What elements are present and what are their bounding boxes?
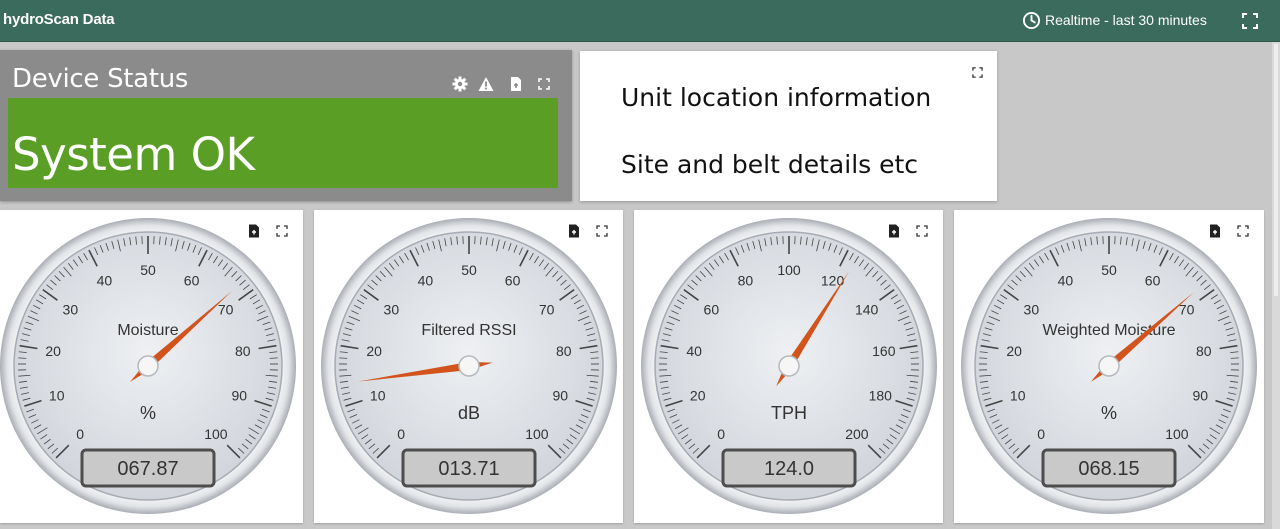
gauge-tick-label: 50 xyxy=(1101,262,1117,278)
gauge-tick-label: 180 xyxy=(869,388,893,404)
gauge-tick-label: 60 xyxy=(704,302,720,318)
scrollbar[interactable] xyxy=(1272,42,1280,529)
clock-icon[interactable] xyxy=(1022,11,1041,30)
gauge-unit: TPH xyxy=(771,403,807,423)
gauge-tick-label: 0 xyxy=(717,426,725,442)
gauge-tick-label: 40 xyxy=(686,343,702,359)
gauge-tick-label: 50 xyxy=(461,262,477,278)
gauge-tick-label: 200 xyxy=(845,426,869,442)
gauge-tick-label: 30 xyxy=(1024,302,1040,318)
gauge-rssi: 0 10 20 30 40 50 60 70 80 90 100 Filtered RSSI dB 013… xyxy=(321,218,617,514)
gauge-tick-label: 10 xyxy=(49,388,65,404)
gauge-tick-label: 60 xyxy=(1145,272,1161,288)
gauge-tick-label: 40 xyxy=(1058,272,1074,288)
status-text: System OK xyxy=(12,128,255,181)
gauge-hub xyxy=(137,355,159,377)
gauge-tick-label: 40 xyxy=(418,272,434,288)
scrollbar-thumb[interactable] xyxy=(1274,44,1278,296)
device-status-title: Device Status xyxy=(12,64,189,94)
gauge-tick-label: 70 xyxy=(218,302,234,318)
gear-icon[interactable] xyxy=(452,76,468,92)
gauge-card-tph: 0 20 40 60 80 100 120 140 160 180 200 TPH 124.0 xyxy=(634,210,943,523)
gauge-tick-label: 20 xyxy=(45,343,61,359)
gauge-moisture: 0 10 20 30 40 50 60 70 80 90 100 Moisture% 067.87 xyxy=(0,218,296,514)
gauge-card-weighted-moisture: 0 10 20 30 40 50 60 70 80 90 100 Weighted Moisture%… xyxy=(954,210,1264,523)
gauge-tick-label: 0 xyxy=(76,426,84,442)
gauge-tick-label: 80 xyxy=(235,343,251,359)
gauge-tick-label: 0 xyxy=(397,426,405,442)
gauge-tick-label: 120 xyxy=(821,272,845,288)
gauge-tick-label: 0 xyxy=(1037,426,1045,442)
gauge-tick-label: 90 xyxy=(1193,388,1209,404)
gauge-value: 067.87 xyxy=(117,458,178,480)
warning-icon[interactable] xyxy=(478,76,494,92)
gauge-title: Filtered RSSI xyxy=(421,322,516,339)
gauge-tick-label: 30 xyxy=(384,302,400,318)
fullscreen-icon[interactable] xyxy=(972,67,983,78)
fullscreen-icon[interactable] xyxy=(536,76,552,92)
gauge-tick-label: 70 xyxy=(539,302,555,318)
gauge-tick-label: 20 xyxy=(690,388,706,404)
info-line-site: Site and belt details etc xyxy=(621,150,919,179)
gauge-title: Moisture xyxy=(117,322,178,339)
gauge-card-moisture: 0 10 20 30 40 50 60 70 80 90 100 Moisture% 067.87 xyxy=(0,210,303,523)
gauge-tick-label: 60 xyxy=(505,272,521,288)
gauge-tick-label: 100 xyxy=(1165,426,1189,442)
gauge-tick-label: 20 xyxy=(1006,343,1022,359)
gauge-tick-label: 100 xyxy=(525,426,549,442)
gauge-tick-label: 140 xyxy=(855,302,879,318)
gauge-weighted-moisture: 0102030405060708090100Weighted Moisture%… xyxy=(961,218,1257,514)
gauge-tick-label: 100 xyxy=(204,426,228,442)
gauge-tick-label: 10 xyxy=(1010,388,1026,404)
gauge-tick-label: 50 xyxy=(140,262,156,278)
gauge-tick-label: 80 xyxy=(1196,343,1212,359)
gauge-value: 013.71 xyxy=(438,458,499,480)
fullscreen-icon[interactable] xyxy=(1242,13,1258,29)
gauge-hub xyxy=(778,355,800,377)
gauge-unit: dB xyxy=(458,403,480,423)
gauge-tick-label: 80 xyxy=(556,343,572,359)
gauge-tick-label: 30 xyxy=(63,302,79,318)
time-range-selector[interactable]: Realtime - last 30 minutes xyxy=(1045,12,1207,28)
gauge-unit: % xyxy=(1101,403,1117,423)
gauge-tick-label: 100 xyxy=(777,262,801,278)
gauge-hub xyxy=(458,355,480,377)
status-indicator: System OK xyxy=(8,98,558,188)
top-bar: hydroScan Data Realtime - last 30 minute… xyxy=(0,0,1280,42)
gauge-tick-label: 80 xyxy=(738,272,754,288)
gauge-hub xyxy=(1098,355,1120,377)
gauge-tick-label: 10 xyxy=(370,388,386,404)
device-status-card: Device Status System OK xyxy=(0,50,572,201)
app-title: hydroScan Data xyxy=(3,11,115,28)
gauge-tick-label: 160 xyxy=(872,343,896,359)
export-icon[interactable] xyxy=(508,76,524,92)
gauge-tick-label: 90 xyxy=(553,388,569,404)
gauge-unit: % xyxy=(140,403,156,423)
gauge-tick-label: 20 xyxy=(366,343,382,359)
gauge-card-rssi: 0 10 20 30 40 50 60 70 80 90 100 Filtered RSSI dB 013… xyxy=(314,210,623,523)
gauge-tick-label: 40 xyxy=(97,272,113,288)
gauge-value: 068.15 xyxy=(1078,458,1139,480)
gauge-tph: 0 20 40 60 80 100 120 140 160 180 200 TPH 124.0 xyxy=(641,218,937,514)
info-line-location: Unit location information xyxy=(621,83,932,112)
info-card: Unit location information Site and belt … xyxy=(580,51,997,201)
gauge-value: 124.0 xyxy=(764,458,814,480)
gauge-tick-label: 90 xyxy=(232,388,248,404)
gauge-tick-label: 60 xyxy=(184,272,200,288)
